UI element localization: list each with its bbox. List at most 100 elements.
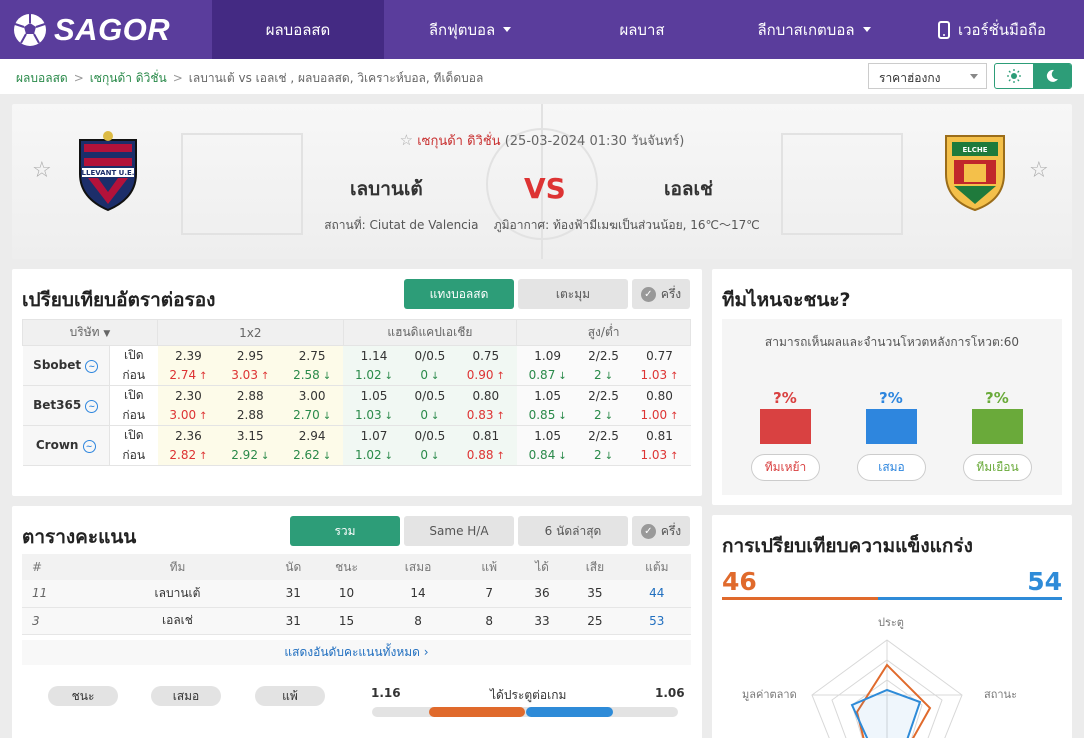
odds-prev-cell: 0.84 ↓ (516, 445, 579, 466)
filter-win[interactable]: ชนะ (48, 686, 118, 706)
standings-cell: 14 (374, 580, 462, 608)
standings-cell: 11 (22, 580, 87, 608)
header-asian-handicap: แฮนดิแคปเอเชีย (342, 319, 518, 346)
nav-basketball-scores[interactable]: ผลบาส (556, 0, 728, 59)
row-label-open: เปิด (109, 385, 158, 406)
vote-button[interactable]: ทีมเหย้า (751, 454, 820, 481)
odds-value: 2.82 (169, 448, 197, 463)
vote-note: สามารถเห็นผลและจำนวนโหวตหลังการโหวต:60 (764, 335, 1020, 349)
nav-mobile-version[interactable]: เวอร์ชั่นมือถือ (900, 0, 1084, 59)
trend-chart-icon[interactable]: ~ (85, 400, 99, 413)
tab-corners[interactable]: เตะมุม (518, 279, 628, 309)
logo-text: SAGOR (54, 12, 171, 47)
half-checkbox[interactable]: ✓ ครึ่ง (632, 279, 690, 309)
strength-radar (811, 639, 963, 738)
arrow-down-icon: ↓ (558, 451, 567, 463)
nav-live-scores[interactable]: ผลบอลสด (212, 0, 384, 59)
standings-cell: 15 (318, 607, 375, 635)
chevron-down-icon (503, 27, 512, 32)
breadcrumb-link-home[interactable]: ผลบอลสด (16, 71, 68, 85)
odds-open-cell: 0/0.5 (404, 345, 455, 366)
arrow-down-icon: ↓ (384, 451, 394, 463)
odds-prev-cell: 0 ↓ (404, 365, 455, 386)
vote-button[interactable]: ทีมเยือน (963, 454, 1032, 481)
theme-toggle[interactable] (994, 63, 1072, 89)
standings-row[interactable]: 11 เลบานเต้ 31 10 14 7 36 35 44 (22, 580, 691, 608)
odds-prev-cell: 0.87 ↓ (516, 365, 579, 386)
arrow-up-icon: ↑ (260, 371, 270, 383)
match-header: ☆ ☆ LLEVANT U.E. ELCHE ☆ เซกุนด้า ดิวิชั… (12, 104, 1072, 259)
bookmaker-name[interactable]: Crown ~ (22, 425, 110, 466)
sun-icon[interactable] (995, 64, 1033, 88)
chevron-down-icon (970, 74, 978, 79)
strength-away-value: 54 (1027, 567, 1062, 596)
team-name[interactable]: เอลเช่ (86, 607, 268, 635)
odds-open-cell: 1.07 (343, 425, 405, 446)
weather: ภูมิอากาศ: ท้องฟ้ามีเมฆเป็นส่วนน้อย, 16℃… (493, 218, 760, 232)
vote-title: ทีมไหนจะชนะ? (722, 289, 851, 311)
odds-prev-cell: 0 ↓ (404, 405, 455, 426)
odds-row-prev: ก่อน 2.74 ↑ 3.03 ↑ 2.58 ↓ 1.02 ↓ 0 ↓ 0.90 ↑ 0.87 ↓ 2 ↓ 1.… (23, 365, 691, 386)
odds-prev-cell: 2 ↓ (578, 365, 629, 386)
breadcrumb-link-league[interactable]: เซกุนด้า ดิวิชั่น (90, 71, 167, 85)
nav-football-leagues[interactable]: ลีกฟุตบอล (384, 0, 556, 59)
arrow-up-icon: ↑ (496, 411, 505, 423)
odds-value: 0.87 (528, 368, 556, 383)
odds-format-select[interactable]: ราคาฮ่องกง (868, 63, 987, 89)
home-team-name[interactable]: เลบานเต้ (350, 174, 423, 204)
odds-prev-cell: 0.85 ↓ (516, 405, 579, 426)
league-name[interactable]: เซกุนด้า ดิวิชั่น (417, 134, 500, 149)
tab-overall[interactable]: รวม (290, 516, 400, 546)
arrow-up-icon: ↑ (670, 411, 679, 423)
goals-home-value: 1.16 (371, 686, 401, 700)
favorite-away-star-icon[interactable]: ☆ (1029, 158, 1049, 183)
odds-open-cell: 0.80 (454, 385, 517, 406)
odds-open-cell: 2/2.5 (578, 425, 629, 446)
vote-button[interactable]: เสมอ (857, 454, 926, 481)
odds-prev-cell: 1.03 ↑ (628, 445, 691, 466)
nav-basketball-leagues[interactable]: ลีกบาสเกตบอล (728, 0, 900, 59)
odds-value: 3.00 (169, 408, 197, 423)
odds-value: 0.84 (528, 448, 556, 463)
bookmaker-name[interactable]: Bet365 ~ (22, 385, 110, 426)
link-label: แสดงอันดับคะแนนทั้งหมด (284, 645, 420, 659)
odds-open-cell: 0.77 (628, 345, 691, 366)
tab-live-betting[interactable]: แทงบอลสด (404, 279, 514, 309)
odds-open-cell: 3.00 (281, 385, 344, 406)
strength-card: การเปรียบเทียบความแข็งแกร่ง 46 54 ประตู … (712, 515, 1072, 738)
trend-chart-icon[interactable]: ~ (82, 440, 96, 453)
breadcrumb-separator: > (73, 71, 84, 85)
tab-same-ha[interactable]: Same H/A (404, 516, 514, 546)
standings-header: # (22, 554, 87, 580)
standings-header: นัด (267, 554, 319, 580)
away-team-name[interactable]: เอลเช่ (664, 174, 713, 204)
arrow-down-icon: ↓ (384, 411, 394, 423)
team-name[interactable]: เลบานเต้ (86, 580, 268, 608)
odds-value: 2 (594, 368, 602, 383)
trend-chart-icon[interactable]: ~ (85, 360, 99, 373)
odds-open-cell: 3.15 (219, 425, 282, 446)
odds-prev-cell: 2 ↓ (578, 445, 629, 466)
odds-value: 1.03 (640, 368, 668, 383)
odds-format-value: ราคาฮ่องกง (879, 71, 941, 85)
company-header[interactable]: บริษัท ▼ (22, 319, 158, 346)
moon-icon[interactable] (1033, 64, 1071, 88)
standings-cell: 25 (567, 607, 623, 635)
arrow-up-icon: ↑ (199, 451, 208, 463)
favorite-home-star-icon[interactable]: ☆ (32, 158, 52, 183)
logo[interactable]: SAGOR (12, 12, 170, 48)
odds-open-cell: 1.09 (516, 345, 579, 366)
odds-prev-cell: 1.03 ↑ (628, 365, 691, 386)
half-checkbox[interactable]: ✓ ครึ่ง (632, 516, 690, 546)
filter-draw[interactable]: เสมอ (151, 686, 221, 706)
tab-last-6[interactable]: 6 นัดล่าสุด (518, 516, 628, 546)
favorite-league-star-icon[interactable]: ☆ (400, 131, 413, 149)
odds-prev-cell: 0.90 ↑ (454, 365, 517, 386)
odds-value: 0 (420, 408, 429, 423)
arrow-up-icon: ↑ (670, 371, 679, 383)
filter-loss[interactable]: แพ้ (255, 686, 325, 706)
show-all-standings-link[interactable]: แสดงอันดับคะแนนทั้งหมด › (22, 640, 691, 665)
bookmaker-name[interactable]: Sbobet ~ (22, 345, 110, 386)
standings-row[interactable]: 3 เอลเช่ 31 15 8 8 33 25 53 (22, 607, 691, 635)
chevron-down-icon (862, 27, 871, 32)
